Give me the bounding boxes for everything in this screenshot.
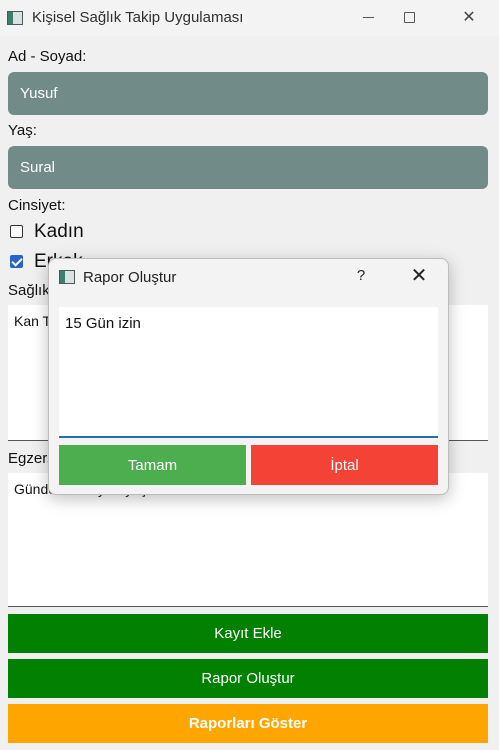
dialog-title: Rapor Oluştur	[83, 269, 177, 286]
minimize-icon	[362, 16, 374, 18]
report-dialog: Rapor Oluştur ? ✕ 15 Gün izin Tamam İpta…	[48, 258, 449, 495]
age-field[interactable]: Sural	[8, 146, 488, 189]
female-label: Kadın	[34, 221, 84, 242]
dialog-close-button[interactable]: ✕	[407, 265, 431, 289]
maximize-icon	[403, 11, 415, 23]
close-icon: ✕	[462, 9, 476, 26]
create-report-button[interactable]: Rapor Oluştur	[8, 659, 488, 698]
dialog-app-icon	[59, 270, 75, 284]
male-checkbox[interactable]	[10, 255, 23, 268]
app-icon	[7, 11, 23, 25]
close-window-button[interactable]: ✕	[446, 0, 492, 34]
age-label: Yaş:	[8, 122, 37, 139]
cancel-button[interactable]: İptal	[251, 445, 438, 485]
help-button[interactable]: ?	[351, 267, 371, 287]
name-field[interactable]: Yusuf	[8, 72, 488, 115]
name-label: Ad - Soyad:	[8, 48, 87, 65]
add-record-button[interactable]: Kayıt Ekle	[8, 614, 488, 653]
ok-button[interactable]: Tamam	[59, 445, 246, 485]
window-title: Kişisel Sağlık Takip Uygulaması	[32, 9, 244, 26]
female-checkbox[interactable]	[10, 225, 23, 238]
minimize-button[interactable]	[345, 0, 391, 34]
gender-label: Cinsiyet:	[8, 197, 66, 214]
title-bar: Kişisel Sağlık Takip Uygulaması ✕	[0, 0, 499, 36]
report-text-input[interactable]: 15 Gün izin	[59, 307, 438, 438]
maximize-button[interactable]	[386, 0, 432, 34]
show-reports-button[interactable]: Raporları Göster	[8, 704, 488, 743]
